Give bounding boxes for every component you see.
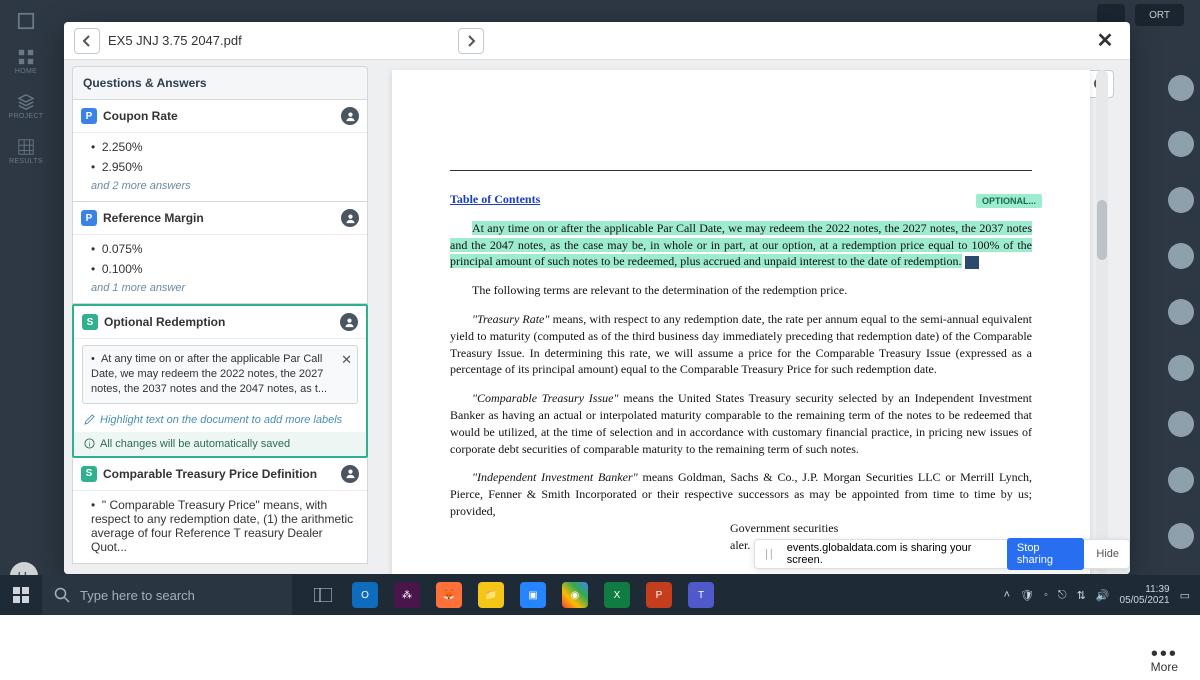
share-message: events.globaldata.com is sharing your sc… (787, 542, 995, 566)
person-icon (341, 107, 359, 125)
more-menu[interactable]: ••• More (1151, 648, 1178, 674)
explorer-icon[interactable]: 📁 (478, 582, 504, 608)
modal-header: EX5 JNJ 3.75 2047.pdf ✕ (64, 22, 1130, 60)
drag-handle-icon[interactable]: || (765, 548, 775, 560)
antivirus-icon[interactable]: 🛡 (1020, 589, 1034, 602)
bottom-strip: ••• More (0, 615, 1200, 680)
notifications-icon[interactable]: ▭ (1180, 589, 1190, 602)
doc-paragraph[interactable]: "Treasury Rate" means, with respect to a… (450, 311, 1032, 378)
search-icon (54, 587, 70, 603)
remove-answer-button[interactable]: ✕ (341, 351, 352, 369)
highlight-hint: Highlight text on the document to add mo… (74, 410, 366, 432)
outlook-icon[interactable]: O (352, 582, 378, 608)
close-modal-button[interactable]: ✕ (1090, 26, 1120, 56)
chevron-left-icon (82, 35, 92, 47)
pdf-page[interactable]: Table of Contents OPTIONAL... At any tim… (392, 70, 1090, 574)
qa-item-coupon-rate[interactable]: P Coupon Rate • 2.250% • 2.950% and 2 mo… (72, 100, 368, 202)
avatar[interactable] (1168, 187, 1194, 213)
avatar[interactable] (1168, 75, 1194, 101)
windows-icon (13, 587, 29, 603)
avatar[interactable] (1168, 299, 1194, 325)
more-dots-icon: ••• (1151, 648, 1178, 660)
layers-icon (16, 93, 36, 111)
person-icon (340, 313, 358, 331)
person-icon (341, 465, 359, 483)
remove-highlight-button[interactable]: ✕ (965, 256, 979, 269)
avatar[interactable] (1168, 355, 1194, 381)
highlight-tag[interactable]: OPTIONAL... (976, 194, 1042, 209)
task-view-icon[interactable] (310, 582, 336, 608)
modal-filename: EX5 JNJ 3.75 2047.pdf (108, 33, 242, 48)
grid-icon (16, 138, 36, 156)
next-file-button[interactable] (458, 28, 484, 54)
firefox-icon[interactable]: 🦊 (436, 582, 462, 608)
chevron-right-icon (466, 35, 476, 47)
system-tray: ˄ 🛡 ◦ ⎋ ⇅ 🔊 11:39 05/05/2021 ▭ (1004, 584, 1200, 607)
document-viewer: Table of Contents OPTIONAL... At any tim… (374, 60, 1130, 574)
scrollbar-thumb[interactable] (1097, 200, 1107, 260)
prev-file-button[interactable] (74, 28, 100, 54)
selected-answer-text: • At any time on or after the applicable… (82, 345, 358, 404)
top-bar (52, 0, 1200, 20)
document-modal: EX5 JNJ 3.75 2047.pdf ✕ Questions & Answ… (64, 22, 1130, 574)
avatar[interactable] (1168, 243, 1194, 269)
chrome-icon[interactable]: ◉ (562, 582, 588, 608)
tray-app-icon[interactable]: ◦ (1044, 589, 1048, 601)
taskbar-clock[interactable]: 11:39 05/05/2021 (1120, 584, 1170, 607)
badge-p-icon: P (81, 108, 97, 124)
zoom-icon[interactable]: ▣ (520, 582, 546, 608)
autosave-notice: i All changes will be automatically save… (74, 432, 366, 456)
toc-link[interactable]: Table of Contents (450, 192, 540, 206)
taskbar-apps: O ⁂ 🦊 📁 ▣ ◉ X P T (310, 582, 714, 608)
volume-icon[interactable]: 🔊 (1096, 589, 1110, 602)
doc-scrollbar[interactable] (1096, 70, 1108, 574)
teams-icon[interactable]: T (688, 582, 714, 608)
network-icon[interactable]: ⎋ (1058, 589, 1067, 602)
nav-project[interactable]: PROJECT (9, 93, 44, 120)
badge-s-icon: S (82, 314, 98, 330)
hide-banner-button[interactable]: Hide (1096, 548, 1119, 560)
info-icon: i (84, 438, 95, 449)
right-avatar-rail (1168, 75, 1194, 549)
highlighted-paragraph[interactable]: At any time on or after the applicable P… (450, 220, 1032, 270)
qa-item-optional-redemption[interactable]: S Optional Redemption • At any time on o… (72, 304, 368, 458)
wifi-icon[interactable]: ⇅ (1077, 589, 1086, 602)
doc-paragraph[interactable]: "Comparable Treasury Issue" means the Un… (450, 390, 1032, 457)
doc-paragraph[interactable]: "Independent Investment Banker" means Go… (450, 469, 1032, 519)
top-pill-2[interactable]: ORT (1135, 4, 1184, 26)
start-button[interactable] (0, 575, 42, 615)
screen-share-banner: || events.globaldata.com is sharing your… (754, 539, 1130, 569)
badge-p-icon: P (81, 210, 97, 226)
nav-home[interactable]: HOME (15, 48, 37, 75)
nav-results[interactable]: RESULTS (9, 138, 43, 165)
modal-body: Questions & Answers P Coupon Rate • 2.25… (64, 60, 1130, 574)
taskbar-search[interactable]: Type here to search (42, 575, 292, 615)
logo-icon (16, 12, 36, 30)
home-icon (16, 48, 36, 66)
svg-text:i: i (89, 439, 91, 448)
avatar[interactable] (1168, 411, 1194, 437)
doc-paragraph[interactable]: The following terms are relevant to the … (450, 282, 1032, 299)
left-sidebar: HOME PROJECT RESULTS (0, 0, 52, 575)
qa-panel-header: Questions & Answers (72, 66, 368, 100)
powerpoint-icon[interactable]: P (646, 582, 672, 608)
slack-icon[interactable]: ⁂ (394, 582, 420, 608)
nav-logo[interactable] (16, 12, 36, 30)
qa-item-reference-margin[interactable]: P Reference Margin • 0.075% • 0.100% and… (72, 202, 368, 304)
avatar[interactable] (1168, 523, 1194, 549)
tray-chevron-icon[interactable]: ˄ (1004, 589, 1010, 601)
person-icon (341, 209, 359, 227)
qa-panel: Questions & Answers P Coupon Rate • 2.25… (64, 60, 374, 574)
windows-taskbar: Type here to search O ⁂ 🦊 📁 ▣ ◉ X P T ˄ … (0, 575, 1200, 615)
excel-icon[interactable]: X (604, 582, 630, 608)
pencil-icon (84, 414, 95, 425)
qa-item-comparable-treasury[interactable]: S Comparable Treasury Price Definition •… (72, 458, 368, 564)
avatar[interactable] (1168, 131, 1194, 157)
stop-sharing-button[interactable]: Stop sharing (1007, 538, 1084, 570)
badge-s-icon: S (81, 466, 97, 482)
avatar[interactable] (1168, 467, 1194, 493)
qa-list[interactable]: P Coupon Rate • 2.250% • 2.950% and 2 mo… (72, 100, 368, 568)
